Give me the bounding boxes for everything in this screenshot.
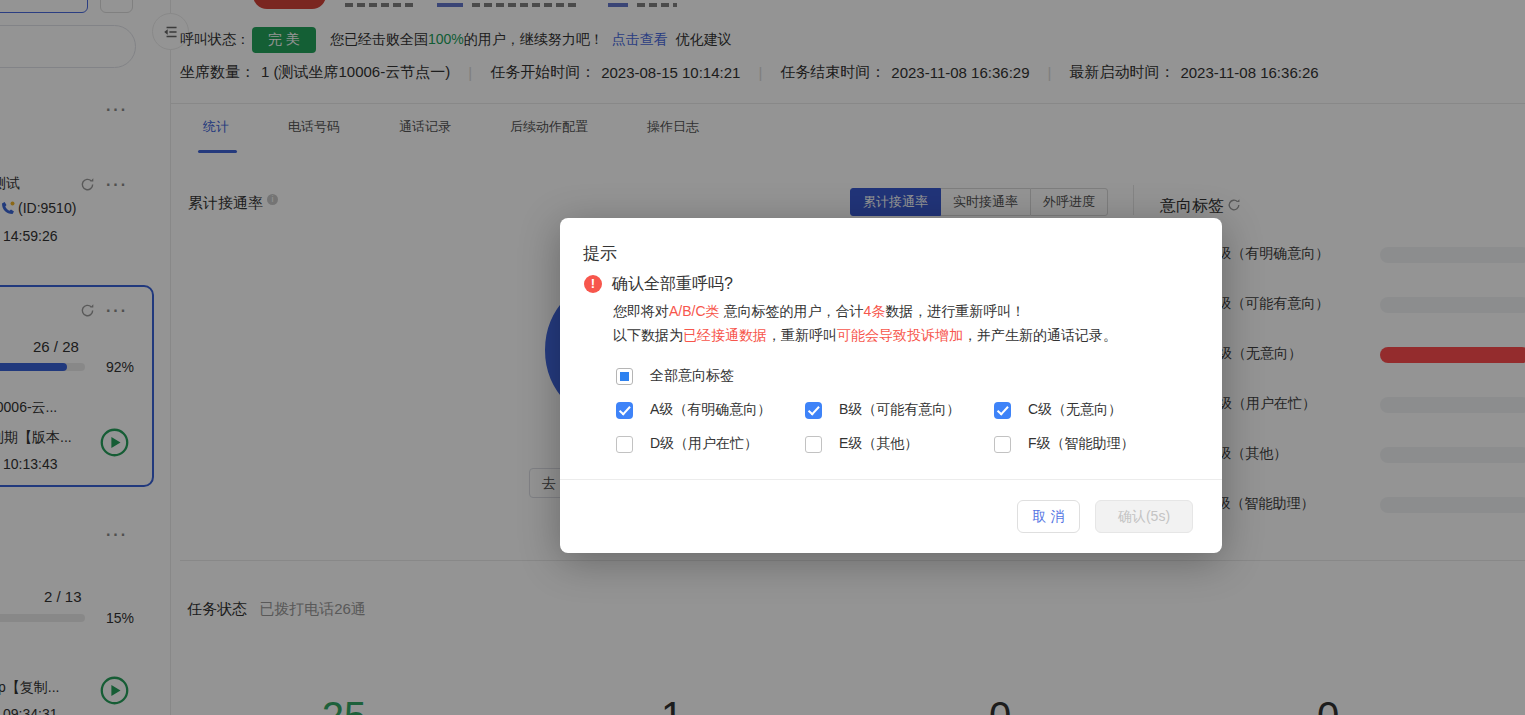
confirm-dialog: 提示 ! 确认全部重呼吗? 您即将对A/B/C类 意向标签的用户，合计4条数据，…	[560, 218, 1222, 553]
checkbox-c-label: C级（无意向）	[1028, 401, 1122, 419]
checkbox-d-label: D级（用户在忙）	[650, 435, 758, 453]
checkbox-e-label: E级（其他）	[839, 435, 918, 453]
screen: 创建任务 ··· 测试 ··· (ID:9510) 14:59:26 ··· 2…	[0, 0, 1525, 715]
dialog-line1: 您即将对A/B/C类 意向标签的用户，合计4条数据，进行重新呼叫！	[613, 303, 1025, 321]
checkbox-indeterminate-icon[interactable]	[616, 368, 633, 385]
checkbox-e[interactable]: E级（其他）	[805, 435, 918, 453]
checkbox-b-label: B级（可能有意向）	[839, 401, 960, 419]
confirm-button[interactable]: 确认(5s)	[1095, 500, 1193, 533]
checkbox-a[interactable]: A级（有明确意向）	[616, 401, 771, 419]
checkbox-f[interactable]: F级（智能助理）	[994, 435, 1135, 453]
checkbox-d[interactable]: D级（用户在忙）	[616, 435, 758, 453]
warning-icon: !	[584, 275, 602, 293]
checkbox-f-label: F级（智能助理）	[1028, 435, 1135, 453]
checkbox-unchecked-icon[interactable]	[994, 436, 1011, 453]
dialog-footer-divider	[560, 479, 1222, 480]
checkbox-unchecked-icon[interactable]	[805, 436, 822, 453]
checkbox-a-label: A级（有明确意向）	[650, 401, 771, 419]
dialog-title: 提示	[583, 242, 617, 265]
cancel-button[interactable]: 取 消	[1017, 500, 1080, 533]
checkbox-checked-icon[interactable]	[616, 402, 633, 419]
dialog-question: 确认全部重呼吗?	[612, 274, 733, 295]
checkbox-checked-icon[interactable]	[994, 402, 1011, 419]
checkbox-b[interactable]: B级（可能有意向）	[805, 401, 960, 419]
checkbox-checked-icon[interactable]	[805, 402, 822, 419]
checkbox-all-label: 全部意向标签	[650, 367, 734, 385]
checkbox-all[interactable]: 全部意向标签	[616, 367, 734, 385]
dialog-line2: 以下数据为已经接通数据，重新呼叫可能会导致投诉增加，并产生新的通话记录。	[613, 327, 1117, 345]
checkbox-unchecked-icon[interactable]	[616, 436, 633, 453]
checkbox-c[interactable]: C级（无意向）	[994, 401, 1122, 419]
